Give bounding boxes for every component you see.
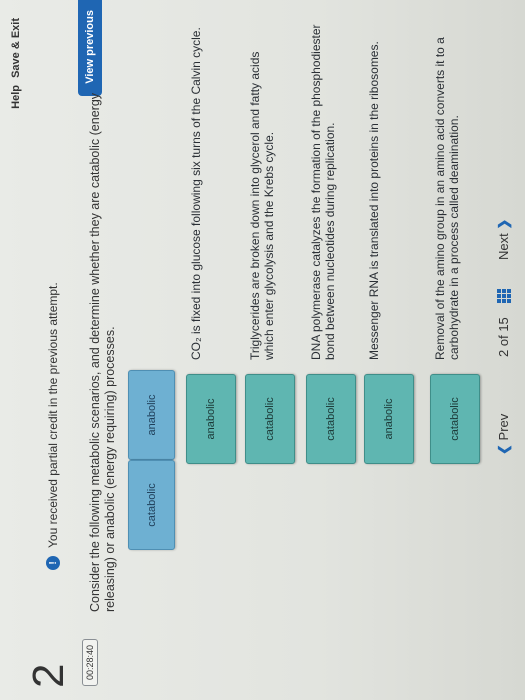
scenario-row: catabolic Triglycerides are broken down … xyxy=(245,24,301,464)
scenario-statement: Triglycerides are broken down into glyce… xyxy=(248,51,276,360)
partial-credit-notice: ! You received partial credit in the pre… xyxy=(46,282,60,570)
view-previous-button[interactable]: View previous xyxy=(78,0,102,96)
chevron-right-icon: ❯ xyxy=(496,218,511,230)
scenario-statement: CO₂ is fixed into glucose following six … xyxy=(189,27,203,360)
page-indicator: 2 of 15 xyxy=(496,317,511,357)
chevron-left-icon: ❮ xyxy=(496,444,511,455)
scenario-row: catabolic Removal of the amino group in … xyxy=(430,24,486,464)
question-prompt: Consider the following metabolic scenari… xyxy=(88,92,117,612)
answer-slot[interactable]: catabolic xyxy=(430,374,480,464)
scenario-statement: DNA polymerase catalyzes the formation o… xyxy=(309,24,337,360)
answer-slot[interactable]: catabolic xyxy=(306,374,356,464)
question-navigation: ❮ Prev 2 of 15 Next ❯ xyxy=(492,185,520,455)
answer-bank-anabolic[interactable]: anabolic xyxy=(128,370,175,460)
timer: 00:28:40 xyxy=(82,638,98,686)
page-current: 2 xyxy=(496,349,511,357)
scenario-row: anabolic CO₂ is fixed into glucose follo… xyxy=(186,24,242,464)
quiz-screen: Help Save & Exit 2 00:28:40 ! You receiv… xyxy=(0,0,525,700)
page-total: 15 xyxy=(496,317,511,332)
info-icon: ! xyxy=(46,556,60,570)
answer-slot[interactable]: anabolic xyxy=(186,374,236,464)
answer-bank-catabolic[interactable]: catabolic xyxy=(128,460,175,550)
scenario-row: anabolic Messenger RNA is translated int… xyxy=(364,24,420,464)
next-button[interactable]: Next ❯ xyxy=(496,219,512,260)
notice-text: You received partial credit in the previ… xyxy=(46,282,60,548)
prev-label: Prev xyxy=(496,413,511,441)
page-of: of xyxy=(496,335,511,347)
question-number: 2 xyxy=(24,663,73,688)
prev-button[interactable]: ❮ Prev xyxy=(496,414,512,455)
top-bar: Help Save & Exit xyxy=(0,0,34,700)
help-link[interactable]: Help xyxy=(10,85,22,109)
scenario-statement: Removal of the amino group in an amino a… xyxy=(433,37,461,360)
scenario-statement: Messenger RNA is translated into protein… xyxy=(367,41,381,360)
grid-icon[interactable] xyxy=(497,289,511,303)
save-exit-link[interactable]: Save & Exit xyxy=(10,18,22,78)
answer-slot[interactable]: anabolic xyxy=(364,374,414,464)
answer-slot[interactable]: catabolic xyxy=(245,374,295,464)
scenario-row: catabolic DNA polymerase catalyzes the f… xyxy=(306,24,362,464)
next-label: Next xyxy=(496,233,511,260)
